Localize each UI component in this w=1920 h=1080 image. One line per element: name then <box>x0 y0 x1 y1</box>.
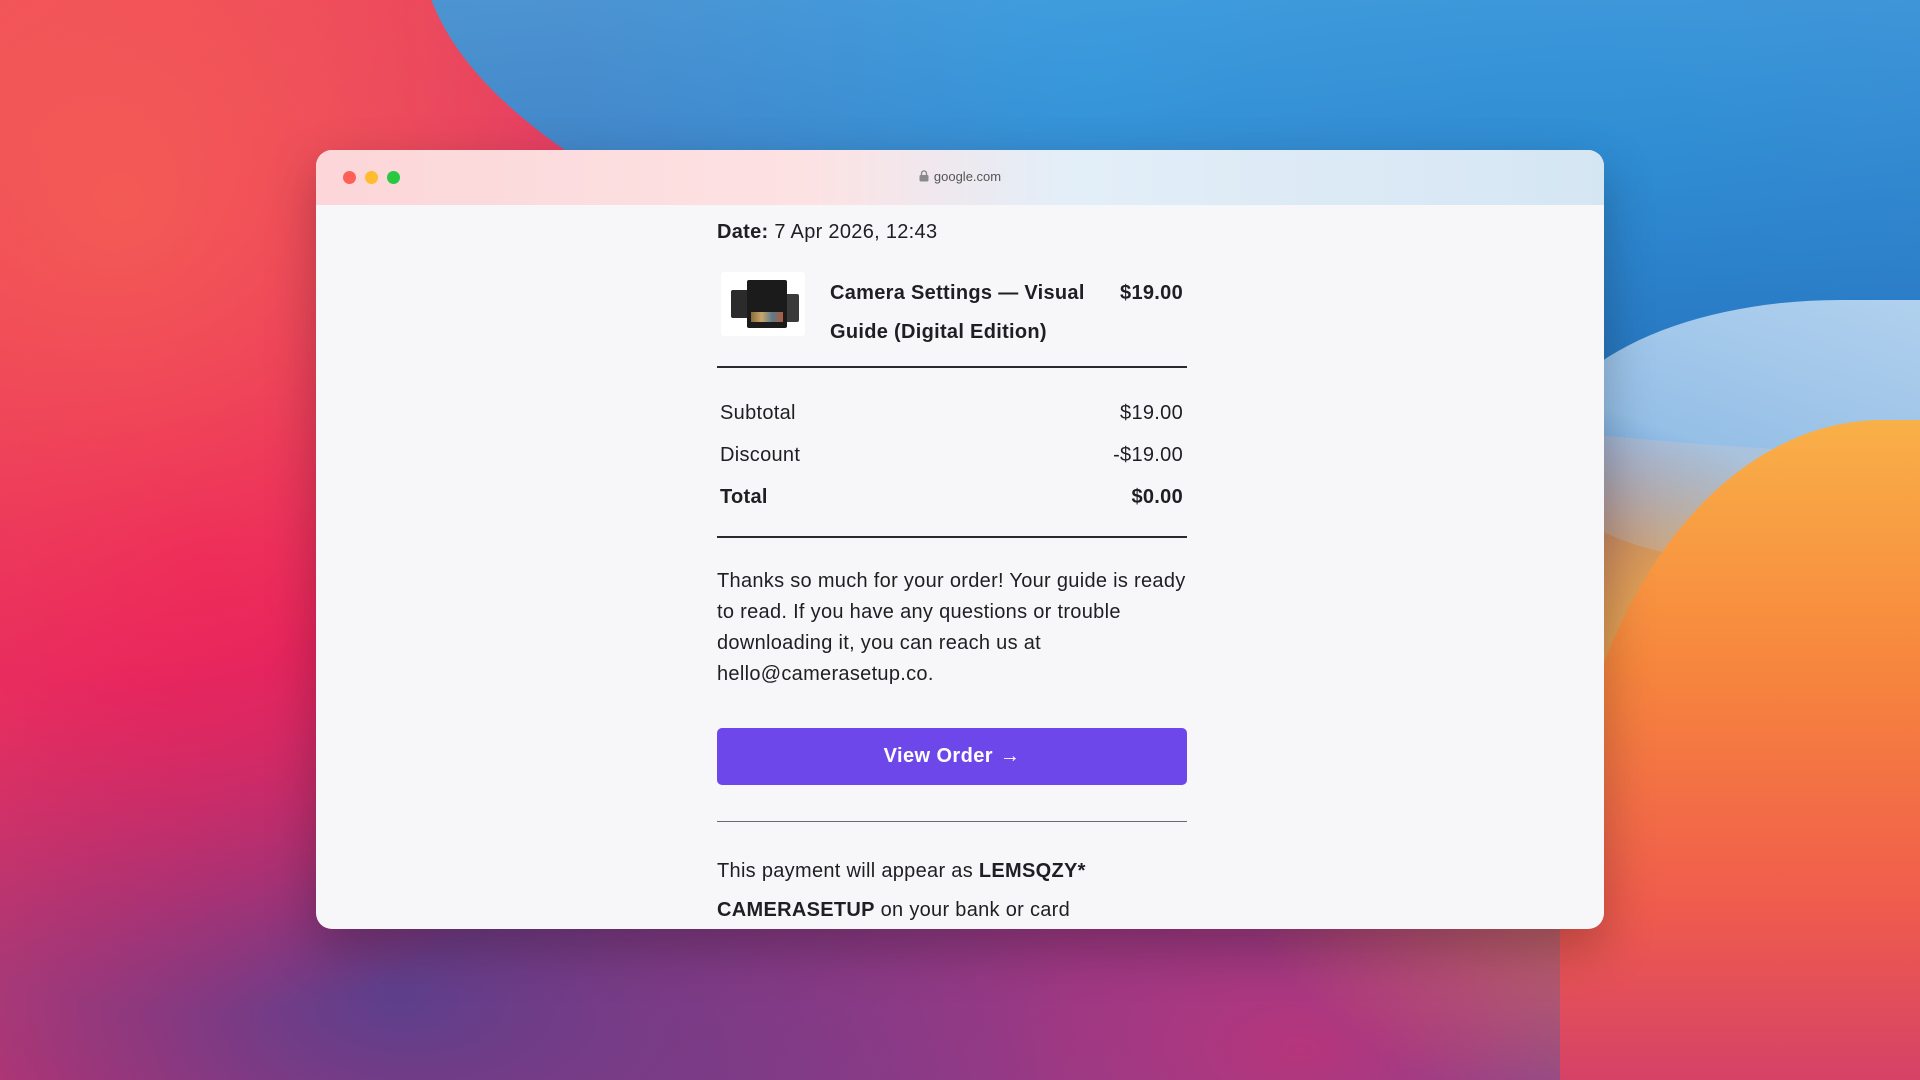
view-order-button[interactable]: View Order → <box>717 728 1187 785</box>
title-bar: google.com <box>316 150 1604 205</box>
url-text: google.com <box>933 169 1002 184</box>
total-row: Total $0.00 <box>720 476 1183 518</box>
item-title: Camera Settings — Visual Guide (Digital … <box>830 282 1085 343</box>
arrow-right-icon: → <box>999 745 1021 767</box>
receipt-email: Date: 7 Apr 2026, 12:43 Camera Settings … <box>717 205 1187 929</box>
total-label: Total <box>720 486 768 508</box>
order-totals: Subtotal $19.00 Discount -$19.00 Total $… <box>717 368 1187 536</box>
payment-suffix: on your bank or card <box>880 899 1071 921</box>
subtotal-value: $19.00 <box>1120 402 1183 424</box>
divider <box>717 821 1187 822</box>
payment-prefix: This payment will appear as <box>717 860 973 882</box>
product-thumbnail <box>721 272 805 336</box>
order-date: Date: 7 Apr 2026, 12:43 <box>717 221 1187 244</box>
address-bar[interactable]: google.com <box>316 169 1604 185</box>
item-price: $19.00 <box>1120 282 1183 304</box>
divider <box>717 536 1187 538</box>
total-value: $0.00 <box>1131 486 1183 508</box>
view-order-label: View Order <box>883 745 993 767</box>
thank-you-message: Thanks so much for your order! Your guid… <box>717 570 1186 685</box>
subtotal-row: Subtotal $19.00 <box>720 392 1183 434</box>
subtotal-label: Subtotal <box>720 402 796 424</box>
lock-icon <box>919 170 929 185</box>
desktop-wallpaper: google.com Date: 7 Apr 2026, 12:43 Camer… <box>0 0 1920 1080</box>
discount-label: Discount <box>720 444 801 466</box>
date-value: 7 Apr 2026, 12:43 <box>774 221 938 243</box>
date-label: Date: <box>717 221 769 243</box>
discount-row: Discount -$19.00 <box>720 434 1183 476</box>
browser-window: google.com Date: 7 Apr 2026, 12:43 Camer… <box>316 150 1604 929</box>
payment-descriptor-note: This payment will appear as LEMSQZY* CAM… <box>717 852 1187 929</box>
line-item: Camera Settings — Visual Guide (Digital … <box>717 270 1187 350</box>
discount-value: -$19.00 <box>1113 444 1183 466</box>
